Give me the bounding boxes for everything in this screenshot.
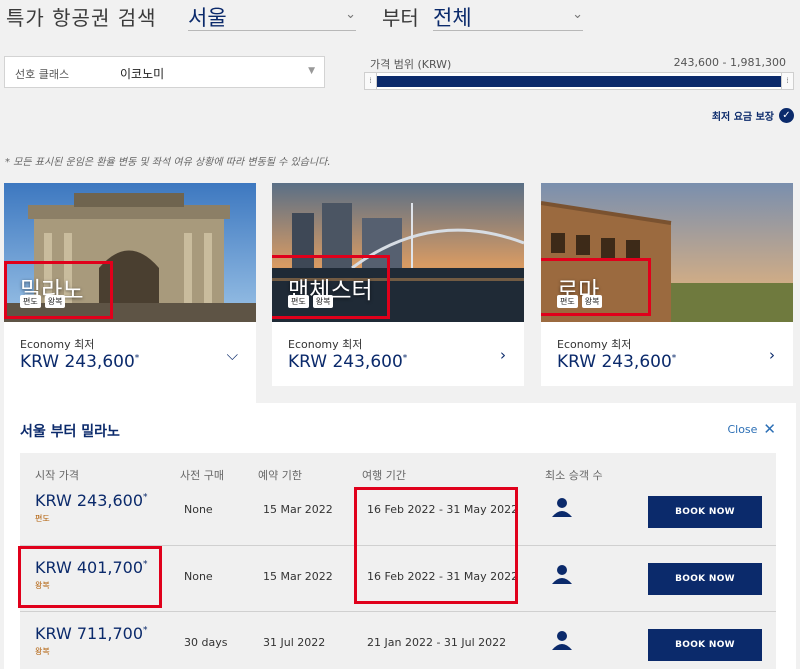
close-label: Close [727, 422, 758, 436]
destination-value: 전체 [433, 6, 472, 30]
disclaimer: * 모든 표시된 운임은 환율 변동 및 좌석 여유 상황에 따라 변동될 수 … [5, 157, 331, 168]
card-price: KRW 243,600* [557, 352, 677, 372]
card-info: Economy 최저 KRW 243,600* › [541, 322, 793, 385]
destination-select[interactable]: 전체 ⌄ [433, 0, 583, 31]
card-price: KRW 243,600* [20, 352, 140, 372]
row-period: 21 Jan 2022 - 31 Jul 2022 [367, 636, 507, 649]
class-value: 이코노미 [120, 67, 165, 81]
chevron-down-icon: ⌄ [345, 7, 356, 22]
highlight-box [18, 546, 162, 608]
close-button[interactable]: Close ✕ [727, 420, 776, 438]
card-info: Economy 최저 KRW 243,600* › [272, 322, 524, 385]
row-price: KRW 243,600* [35, 491, 148, 510]
class-min-label: Economy 최저 [557, 338, 632, 351]
fare-detail-panel: 서울 부터 밀라노 Close ✕ 시작 가격 사전 구매 예약 기한 여행 기… [4, 403, 796, 669]
card-price: KRW 243,600* [288, 352, 408, 372]
row-deadline: 31 Jul 2022 [263, 636, 326, 649]
card-image: 맨체스터 편도 왕복 [272, 183, 524, 322]
chevron-right-icon[interactable]: › [769, 346, 775, 364]
detail-title: 서울 부터 밀라노 [20, 424, 120, 440]
range-fill [377, 76, 781, 87]
fare-table: 시작 가격 사전 구매 예약 기한 여행 기간 최소 승객 수 KRW 243,… [18, 453, 776, 669]
row-advance: None [184, 503, 213, 516]
chevron-right-icon[interactable]: › [500, 346, 506, 364]
row-advance: None [184, 570, 213, 583]
range-handle-max[interactable]: ⁞ [781, 73, 793, 89]
row-deadline: 15 Mar 2022 [263, 503, 333, 516]
range-handle-min[interactable]: ⁞ [365, 73, 377, 89]
highlight-box [541, 258, 651, 316]
highlight-box [4, 261, 113, 319]
row-price: KRW 711,700* [35, 624, 148, 643]
table-row: KRW 711,700* 왕복 30 days 31 Jul 2022 21 J… [20, 611, 776, 669]
caret-down-icon: ▼ [308, 66, 315, 76]
row-trip-type: 편도 [35, 514, 50, 523]
destination-card-manchester[interactable]: 맨체스터 편도 왕복 Economy 최저 KRW 243,600* › [272, 183, 524, 386]
class-label: 선호 클래스 [15, 68, 70, 81]
card-info: Economy 최저 KRW 243,600* ⌵ [4, 322, 256, 385]
destination-card-rome[interactable]: 로마 편도 왕복 Economy 최저 KRW 243,600* › [541, 183, 793, 386]
row-advance: 30 days [184, 636, 228, 649]
search-title: 특가 항공권 검색 [6, 6, 157, 30]
row-deadline: 15 Mar 2022 [263, 570, 333, 583]
price-range-label: 가격 범위 (KRW) [370, 58, 452, 71]
row-trip-type: 왕복 [35, 647, 50, 656]
chevron-down-icon: ⌄ [572, 7, 583, 22]
person-icon [551, 497, 573, 521]
price-range-slider[interactable]: ⁞ ⁞ [364, 72, 794, 90]
highlight-box [272, 255, 390, 319]
book-now-button[interactable]: BOOK NOW [648, 496, 762, 528]
highlight-box [354, 487, 518, 604]
close-icon: ✕ [763, 420, 776, 438]
class-min-label: Economy 최저 [288, 338, 363, 351]
destination-card-milan[interactable]: 밀라노 편도 왕복 Economy 최저 KRW 243,600* ⌵ [4, 183, 256, 403]
check-circle-icon: ✓ [779, 108, 794, 123]
search-bar: 특가 항공권 검색 서울 ⌄ 부터 전체 ⌄ [0, 0, 800, 40]
best-price-guarantee[interactable]: 최저 요금 보장 ✓ [712, 108, 794, 123]
book-now-button[interactable]: BOOK NOW [648, 563, 762, 595]
guarantee-label: 최저 요금 보장 [711, 112, 774, 123]
class-min-label: Economy 최저 [20, 338, 95, 351]
origin-select[interactable]: 서울 ⌄ [188, 0, 356, 31]
price-range-value: 243,600 - 1,981,300 [673, 56, 786, 69]
class-select[interactable]: 선호 클래스 이코노미 ▼ [4, 56, 325, 88]
card-image: 로마 편도 왕복 [541, 183, 793, 322]
chevron-down-icon[interactable]: ⌵ [227, 346, 238, 364]
origin-value: 서울 [188, 6, 227, 30]
person-icon [551, 630, 573, 654]
person-icon [551, 564, 573, 588]
book-now-button[interactable]: BOOK NOW [648, 629, 762, 661]
to-label: 부터 [382, 6, 419, 30]
card-image: 밀라노 편도 왕복 [4, 183, 256, 322]
